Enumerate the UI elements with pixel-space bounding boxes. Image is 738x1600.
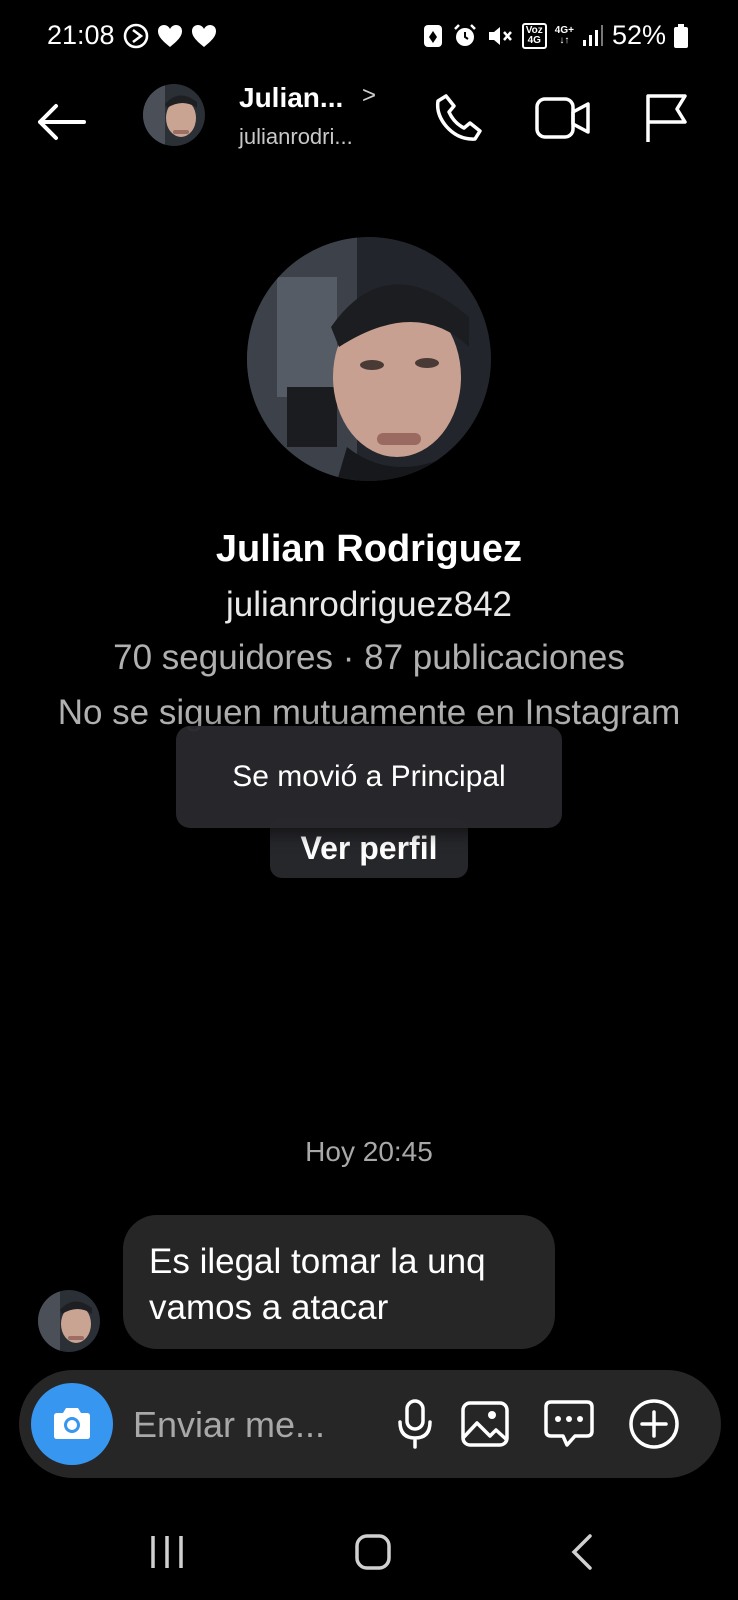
profile-name: Julian Rodriguez (215, 528, 523, 570)
status-time: 21:08 (47, 20, 115, 50)
microphone-icon (398, 1399, 432, 1449)
moved-to-primary-toast: Se movió a Principal (176, 726, 562, 828)
chevron-right-icon[interactable]: > (362, 82, 376, 110)
chat-bubble-icon (544, 1400, 594, 1447)
data-indicator: 4G+ ↓↑ (554, 24, 574, 46)
play-circle-icon (123, 23, 149, 49)
image-icon (461, 1401, 509, 1447)
back-nav-button[interactable] (546, 1524, 616, 1580)
chat-header: Julian... > julianrodri... (0, 72, 738, 182)
plus-circle-icon (629, 1399, 679, 1449)
voice-message-button[interactable] (385, 1394, 445, 1454)
status-left-icons (122, 22, 218, 50)
battery-level: 52% (611, 20, 666, 50)
recent-apps-button[interactable] (132, 1524, 202, 1580)
gallery-button[interactable] (455, 1394, 515, 1454)
message-composer (19, 1370, 721, 1478)
profile-photo (247, 237, 491, 481)
message-input[interactable] (131, 1398, 365, 1452)
more-options-button[interactable] (624, 1394, 684, 1454)
header-contact-name[interactable]: Julian... (239, 82, 343, 114)
header-username[interactable]: julianrodri... (239, 124, 353, 150)
camera-icon (54, 1408, 90, 1439)
profile-username: julianrodriguez842 (225, 585, 513, 624)
message-avatar[interactable] (38, 1290, 100, 1352)
report-button[interactable] (636, 88, 696, 148)
profile-avatar[interactable] (247, 237, 491, 481)
system-navigation-bar (0, 1500, 738, 1600)
battery-icon (674, 23, 688, 48)
arrow-left-icon (38, 104, 86, 140)
camera-button[interactable] (31, 1383, 113, 1465)
avatar-photo (143, 84, 205, 146)
video-call-button[interactable] (533, 88, 593, 148)
alarm-icon (453, 23, 476, 46)
recent-apps-icon (151, 1536, 183, 1568)
phone-icon (435, 94, 482, 141)
avatar[interactable] (143, 84, 205, 146)
volte-indicator: Voz 4G (521, 22, 547, 49)
back-button[interactable] (32, 92, 92, 152)
flag-icon (646, 94, 687, 142)
home-button[interactable] (338, 1524, 408, 1580)
avatar-photo (38, 1290, 100, 1352)
heart-icon (192, 25, 216, 47)
sticker-button[interactable] (539, 1394, 599, 1454)
sync-icon (423, 24, 442, 47)
heart-icon (158, 25, 182, 47)
signal-icon (582, 24, 603, 46)
call-button[interactable] (428, 88, 488, 148)
status-bar: 21:08 Voz 4G 4G+ ↓↑ 52% (0, 0, 738, 72)
home-icon (355, 1534, 391, 1570)
mute-icon (488, 26, 512, 45)
chevron-left-icon (571, 1534, 592, 1570)
message-bubble[interactable]: Es ilegal tomar la unq vamos a atacar (123, 1215, 555, 1349)
profile-stats: 70 seguidores · 87 publicaciones (113, 638, 625, 677)
video-camera-icon (535, 97, 590, 139)
status-right-icons: Voz 4G 4G+ ↓↑ 52% (422, 20, 688, 51)
message-timestamp: Hoy 20:45 (305, 1136, 433, 1167)
